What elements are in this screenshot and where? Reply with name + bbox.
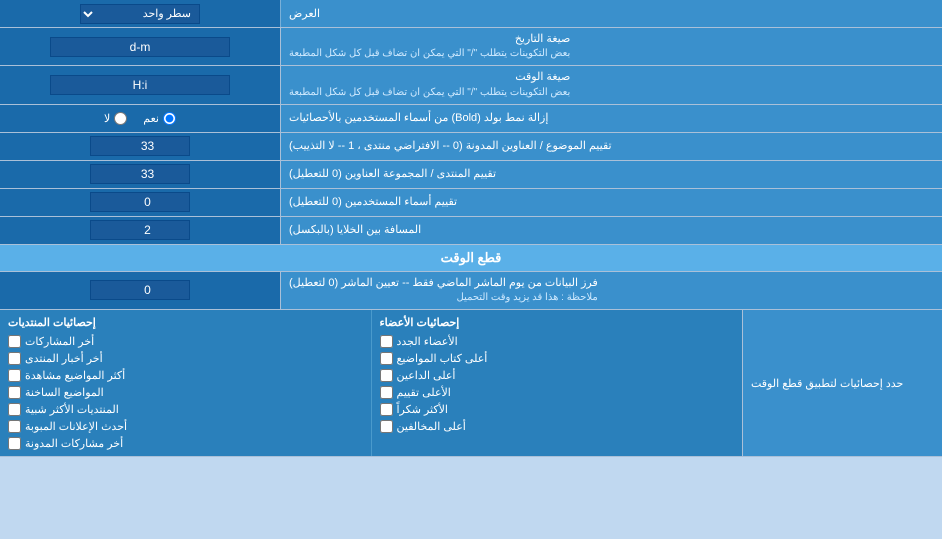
- time-format-row: صيغة الوقت بعض التكوينات يتطلب "/" التي …: [0, 66, 942, 104]
- checkbox-hot-topics[interactable]: المواضيع الساخنة: [8, 384, 363, 401]
- checkbox-top-topic-writers[interactable]: أعلى كتاب المواضيع: [380, 350, 735, 367]
- top-violators-checkbox[interactable]: [380, 420, 393, 433]
- checkbox-new-members[interactable]: الأعضاء الجدد: [380, 333, 735, 350]
- top-rated-checkbox[interactable]: [380, 386, 393, 399]
- display-select-cell[interactable]: سطر واحدسطرينثلاثة أسطر: [0, 0, 280, 27]
- date-format-input-cell[interactable]: [0, 28, 280, 65]
- cutoff-label: فرز البيانات من يوم الماشر الماضي فقط --…: [280, 272, 942, 309]
- topic-sort-input-cell[interactable]: [0, 133, 280, 160]
- forum-sort-row: تقييم المنتدى / المجموعة العناوين (0 للت…: [0, 161, 942, 189]
- latest-news-checkbox[interactable]: [8, 352, 21, 365]
- bold-no-label[interactable]: لا: [104, 112, 127, 125]
- user-sort-row: تقييم أسماء المستخدمين (0 للتعطيل): [0, 189, 942, 217]
- latest-posts-checkbox[interactable]: [8, 335, 21, 348]
- date-format-label: صيغة التاريخ بعض التكوينات يتطلب "/" الت…: [280, 28, 942, 65]
- display-label: العرض: [280, 0, 942, 27]
- checkbox-top-violators[interactable]: أعلى المخالفين: [380, 418, 735, 435]
- top-callers-checkbox[interactable]: [380, 369, 393, 382]
- forums-stats-col: إحصائيات المنتديات أخر المشاركات أخر أخب…: [0, 310, 371, 456]
- most-like-forums-checkbox[interactable]: [8, 403, 21, 416]
- checkbox-latest-posts[interactable]: أخر المشاركات: [8, 333, 363, 350]
- topic-sort-row: تقييم الموضوع / العناوين المدونة (0 -- ا…: [0, 133, 942, 161]
- user-sort-label: تقييم أسماء المستخدمين (0 للتعطيل): [280, 189, 942, 216]
- checkbox-columns: إحصائيات الأعضاء الأعضاء الجدد أعلى كتاب…: [0, 310, 742, 456]
- date-format-input[interactable]: [50, 37, 230, 57]
- time-format-input[interactable]: [50, 75, 230, 95]
- most-thanks-checkbox[interactable]: [380, 403, 393, 416]
- checkbox-most-like-forums[interactable]: المنتديات الأكثر شبية: [8, 401, 363, 418]
- hot-topics-checkbox[interactable]: [8, 386, 21, 399]
- top-topic-writers-checkbox[interactable]: [380, 352, 393, 365]
- topic-sort-label: تقييم الموضوع / العناوين المدونة (0 -- ا…: [280, 133, 942, 160]
- forum-sort-input[interactable]: [90, 164, 190, 184]
- checkbox-latest-blog-posts[interactable]: أخر مشاركات المدونة: [8, 435, 363, 452]
- checkbox-top-rated[interactable]: الأعلى تقييم: [380, 384, 735, 401]
- time-format-input-cell[interactable]: [0, 66, 280, 103]
- spacing-label: المسافة بين الخلايا (بالبكسل): [280, 217, 942, 244]
- display-select[interactable]: سطر واحدسطرينثلاثة أسطر: [80, 4, 200, 24]
- new-members-checkbox[interactable]: [380, 335, 393, 348]
- date-format-row: صيغة التاريخ بعض التكوينات يتطلب "/" الت…: [0, 28, 942, 66]
- checkboxes-section: حدد إحصائيات لتطبيق قطع الوقت إحصائيات ا…: [0, 310, 942, 457]
- cutoff-row: فرز البيانات من يوم الماشر الماضي فقط --…: [0, 272, 942, 310]
- cutoff-section-header: قطع الوقت: [0, 245, 942, 272]
- bold-yes-label[interactable]: نعم: [143, 112, 176, 125]
- forum-sort-label: تقييم المنتدى / المجموعة العناوين (0 للت…: [280, 161, 942, 188]
- bold-remove-options[interactable]: نعم لا: [0, 105, 280, 132]
- forum-sort-input-cell[interactable]: [0, 161, 280, 188]
- latest-classifieds-checkbox[interactable]: [8, 420, 21, 433]
- bold-no-radio[interactable]: [114, 112, 127, 125]
- user-sort-input-cell[interactable]: [0, 189, 280, 216]
- spacing-input-cell[interactable]: [0, 217, 280, 244]
- spacing-row: المسافة بين الخلايا (بالبكسل): [0, 217, 942, 245]
- spacing-input[interactable]: [90, 220, 190, 240]
- checkbox-latest-news[interactable]: أخر أخبار المنتدى: [8, 350, 363, 367]
- checkbox-latest-classifieds[interactable]: أحدث الإعلانات المبوبة: [8, 418, 363, 435]
- members-stats-col: إحصائيات الأعضاء الأعضاء الجدد أعلى كتاب…: [371, 310, 743, 456]
- bold-remove-label: إزالة نمط بولد (Bold) من أسماء المستخدمي…: [280, 105, 942, 132]
- cutoff-input[interactable]: [90, 280, 190, 300]
- time-format-label: صيغة الوقت بعض التكوينات يتطلب "/" التي …: [280, 66, 942, 103]
- checkbox-top-callers[interactable]: أعلى الداعين: [380, 367, 735, 384]
- cutoff-input-cell[interactable]: [0, 272, 280, 309]
- bold-yes-radio[interactable]: [163, 112, 176, 125]
- latest-blog-posts-checkbox[interactable]: [8, 437, 21, 450]
- user-sort-input[interactable]: [90, 192, 190, 212]
- most-viewed-checkbox[interactable]: [8, 369, 21, 382]
- topic-sort-input[interactable]: [90, 136, 190, 156]
- bold-remove-row: إزالة نمط بولد (Bold) من أسماء المستخدمي…: [0, 105, 942, 133]
- checkbox-most-thanks[interactable]: الأكثر شكراً: [380, 401, 735, 418]
- checkboxes-main-label: حدد إحصائيات لتطبيق قطع الوقت: [742, 310, 942, 456]
- checkbox-most-viewed[interactable]: أكثر المواضيع مشاهدة: [8, 367, 363, 384]
